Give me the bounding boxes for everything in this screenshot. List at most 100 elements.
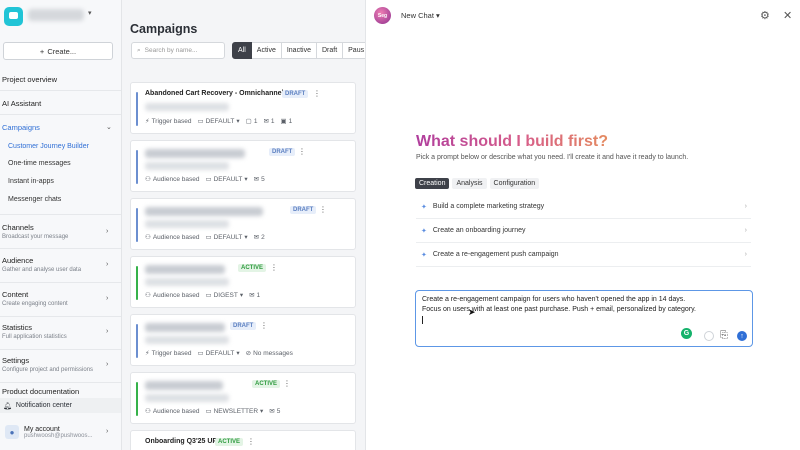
chevron-down-icon[interactable]: ⌄ — [106, 123, 112, 131]
folder-select[interactable]: ▭ NEWSLETTER ▾ — [205, 407, 263, 416]
folder-icon: ▭ — [197, 118, 204, 125]
create-button[interactable]: + Create... — [3, 42, 113, 60]
more-icon[interactable]: ⋮ — [298, 147, 306, 156]
audience-icon: ⚇ — [145, 408, 151, 415]
filter-inactive[interactable]: Inactive — [281, 42, 317, 59]
send-button[interactable]: ↑ — [737, 331, 747, 341]
trigger-icon: ⚡︎ — [145, 350, 150, 357]
chevron-down-icon: ▾ — [436, 11, 440, 20]
status-bar — [136, 266, 138, 300]
nav-project-overview[interactable]: Project overview — [2, 75, 57, 84]
campaign-subtitle-blurred — [145, 162, 229, 170]
folder-select[interactable]: ▭ DEFAULT ▾ — [205, 175, 248, 184]
folder-select[interactable]: ▭ DEFAULT ▾ — [197, 349, 239, 358]
chevron-right-icon[interactable]: › — [106, 261, 108, 268]
chevron-right-icon: › — [744, 203, 747, 210]
project-name-blurred[interactable] — [28, 9, 84, 21]
campaign-card[interactable]: DRAFT ⋮ ⚇ Audience based ▭ DEFAULT ▾ ✉︎ 2 — [130, 198, 356, 250]
tab-creation[interactable]: Creation — [415, 178, 450, 189]
campaign-meta: ⚇ Audience based ▭ DEFAULT ▾ ✉︎ 2 — [145, 233, 265, 242]
divider — [0, 90, 121, 91]
more-icon[interactable]: ⋮ — [313, 89, 321, 98]
chevron-right-icon: › — [106, 428, 109, 435]
page-title: Campaigns — [130, 22, 198, 36]
nav-one-time-messages[interactable]: One-time messages — [8, 160, 71, 167]
nav-campaigns[interactable]: Campaigns — [2, 123, 40, 132]
app-logo[interactable] — [4, 7, 23, 26]
campaign-card[interactable]: DRAFT ⋮ ⚇ Audience based ▭ DEFAULT ▾ ✉︎ 5 — [130, 140, 356, 192]
more-icon[interactable]: ⋮ — [270, 263, 278, 272]
progress-ring-icon — [704, 331, 714, 341]
campaign-title: Onboarding Q3'25 UPD — [145, 438, 223, 445]
chevron-down-icon[interactable]: ▾ — [88, 9, 92, 17]
text-cursor — [422, 316, 423, 324]
nav-customer-journey-builder[interactable]: Customer Journey Builder — [8, 143, 89, 150]
campaign-card[interactable]: ACTIVE ⋮ ⚇ Audience based ▭ NEWSLETTER ▾ ✉︎… — [130, 372, 356, 424]
paperclip-icon[interactable]: ⎘ — [720, 330, 728, 341]
email-icon: ✉︎ — [269, 408, 275, 415]
chevron-down-icon: ▾ — [244, 176, 248, 183]
campaign-title-blurred — [145, 265, 225, 274]
sparkle-icon: ✦ — [421, 203, 427, 211]
divider — [0, 214, 121, 215]
close-icon[interactable]: ✕ — [783, 9, 792, 22]
grammarly-icon[interactable]: G — [681, 328, 692, 339]
status-bar — [136, 324, 138, 358]
folder-select[interactable]: ▭ DIGEST ▾ — [205, 291, 243, 300]
chevron-right-icon[interactable]: › — [106, 328, 108, 335]
nav-instant-in-apps[interactable]: Instant in-apps — [8, 178, 54, 185]
filter-paused[interactable]: Paus — [343, 42, 365, 59]
sparkle-icon: ✦ — [421, 227, 427, 235]
tab-configuration[interactable]: Configuration — [489, 178, 540, 189]
filter-active[interactable]: Active — [251, 42, 282, 59]
email-icon: ✉︎ — [253, 176, 260, 183]
search-input[interactable]: Search by name... — [145, 47, 198, 54]
nav-settings[interactable]: Settings Configure project and permissio… — [2, 356, 93, 373]
trigger-icon: ⚡︎ — [145, 118, 150, 125]
filter-draft[interactable]: Draft — [316, 42, 344, 59]
chevron-right-icon[interactable]: › — [106, 361, 108, 368]
nav-channels[interactable]: Channels Broadcast your message — [2, 223, 68, 240]
nav-audience[interactable]: Audience Gather and analyse user data — [2, 256, 81, 273]
folder-select[interactable]: ▭ DEFAULT ▾ — [197, 117, 239, 126]
campaign-card[interactable]: Abandoned Cart Recovery - Omnichannel DR… — [130, 82, 356, 134]
prompt-suggestions: ✦ Build a complete marketing strategy › … — [416, 195, 751, 267]
chevron-right-icon[interactable]: › — [106, 295, 108, 302]
campaign-card[interactable]: ACTIVE ⋮ ⚇ Audience based ▭ DIGEST ▾ ✉︎ 1 — [130, 256, 356, 308]
prompt-suggestion[interactable]: ✦ Create a re-engagement push campaign › — [416, 243, 751, 267]
status-badge: DRAFT — [230, 322, 257, 330]
campaign-meta: ⚇ Audience based ▭ DIGEST ▾ ✉︎ 1 — [145, 291, 261, 300]
more-icon[interactable]: ⋮ — [283, 379, 291, 388]
status-filter: All Active Inactive Draft Paus — [232, 42, 365, 59]
nav-statistics[interactable]: Statistics Full application statistics — [2, 323, 67, 340]
folder-icon: ▭ — [205, 408, 212, 415]
campaign-title-blurred — [145, 323, 225, 332]
campaign-meta: ⚇ Audience based ▭ DEFAULT ▾ ✉︎ 5 — [145, 175, 265, 184]
nav-messenger-chats[interactable]: Messenger chats — [8, 196, 61, 203]
nav-content[interactable]: Content Create engaging content — [2, 290, 68, 307]
folder-select[interactable]: ▭ DEFAULT ▾ — [205, 233, 247, 242]
campaign-subtitle-blurred — [145, 336, 229, 344]
divider — [0, 349, 121, 350]
new-chat-dropdown[interactable]: New Chat ▾ — [401, 11, 440, 20]
chevron-right-icon[interactable]: › — [106, 228, 108, 235]
tab-analysis[interactable]: Analysis — [452, 178, 487, 189]
chat-subline: Pick a prompt below or describe what you… — [416, 154, 689, 161]
chat-input[interactable]: Create a re-engagement campaign for user… — [415, 290, 753, 347]
more-icon[interactable]: ⋮ — [260, 321, 268, 330]
account-menu[interactable]: ● My account pushwoosh@pushwoos... › — [0, 418, 121, 446]
nav-product-documentation[interactable]: Product documentation — [2, 387, 79, 396]
more-icon[interactable]: ⋮ — [247, 437, 255, 446]
gear-icon[interactable]: ⚙︎ — [760, 9, 770, 22]
sidebar: ▾ + Create... Project overview AI Assist… — [0, 0, 122, 450]
campaign-card[interactable]: Onboarding Q3'25 UPD ACTIVE ⋮ — [130, 430, 356, 450]
more-icon[interactable]: ⋮ — [319, 205, 327, 214]
campaign-card[interactable]: DRAFT ⋮ ⚡︎ Trigger based ▭ DEFAULT ▾ ⊘ No me… — [130, 314, 356, 366]
search-field[interactable]: ⌕ Search by name... — [131, 42, 225, 59]
prompt-suggestion[interactable]: ✦ Build a complete marketing strategy › — [416, 195, 751, 219]
prompt-suggestion[interactable]: ✦ Create an onboarding journey › — [416, 219, 751, 243]
notification-center[interactable]: 🔔︎ Notification center — [0, 398, 121, 413]
chevron-right-icon: › — [744, 227, 747, 234]
filter-all[interactable]: All — [232, 42, 252, 59]
nav-ai-assistant[interactable]: AI Assistant — [2, 99, 41, 108]
